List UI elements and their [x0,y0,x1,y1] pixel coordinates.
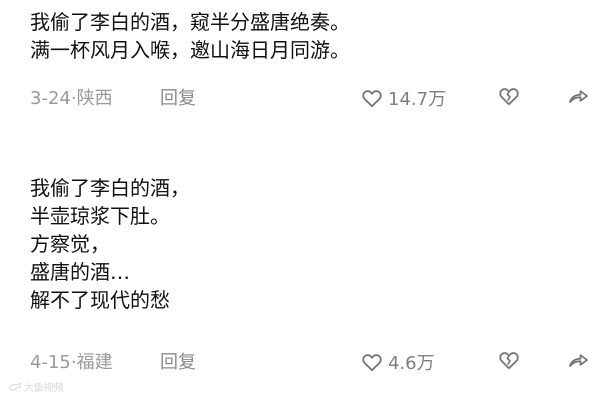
comment-date-location: 3-24·陕西 [30,88,113,109]
like-count: 14.7万 [388,89,447,110]
heart-outline-icon [360,86,384,114]
reply-button[interactable]: 回复 [160,88,196,110]
dislike-button[interactable] [497,86,521,110]
broken-heart-icon [497,84,521,112]
heart-outline-icon [360,350,384,378]
watermark: 大鱼视频 [8,379,63,398]
comment-text: 我偷了李白的酒， 半壶琼浆下肚。 方察觉， 盛唐的酒… 解不了现代的愁 [30,176,190,312]
like-button[interactable]: 4.6万 [360,350,435,378]
like-button[interactable]: 14.7万 [360,86,446,114]
reply-button[interactable]: 回复 [160,352,196,374]
broken-heart-icon [497,348,521,376]
like-count: 4.6万 [388,353,435,374]
comment-text: 我偷了李白的酒，窥半分盛唐绝奏。 满一杯风月入喉，邀山海日月同游。 [30,10,350,62]
comment-item-1: 我偷了李白的酒，窥半分盛唐绝奏。 满一杯风月入喉，邀山海日月同游。 3-24·陕… [0,0,612,120]
comment-item-2: 我偷了李白的酒， 半壶琼浆下肚。 方察觉， 盛唐的酒… 解不了现代的愁 4-15… [0,160,612,400]
watermark-text: 大鱼视频 [24,382,64,394]
share-arrow-icon [566,348,590,376]
comment-date-location: 4-15·福建 [30,352,113,373]
share-button[interactable] [566,86,590,110]
watermark-logo-icon [8,379,22,398]
share-button[interactable] [566,350,590,374]
share-arrow-icon [566,84,590,112]
dislike-button[interactable] [497,350,521,374]
